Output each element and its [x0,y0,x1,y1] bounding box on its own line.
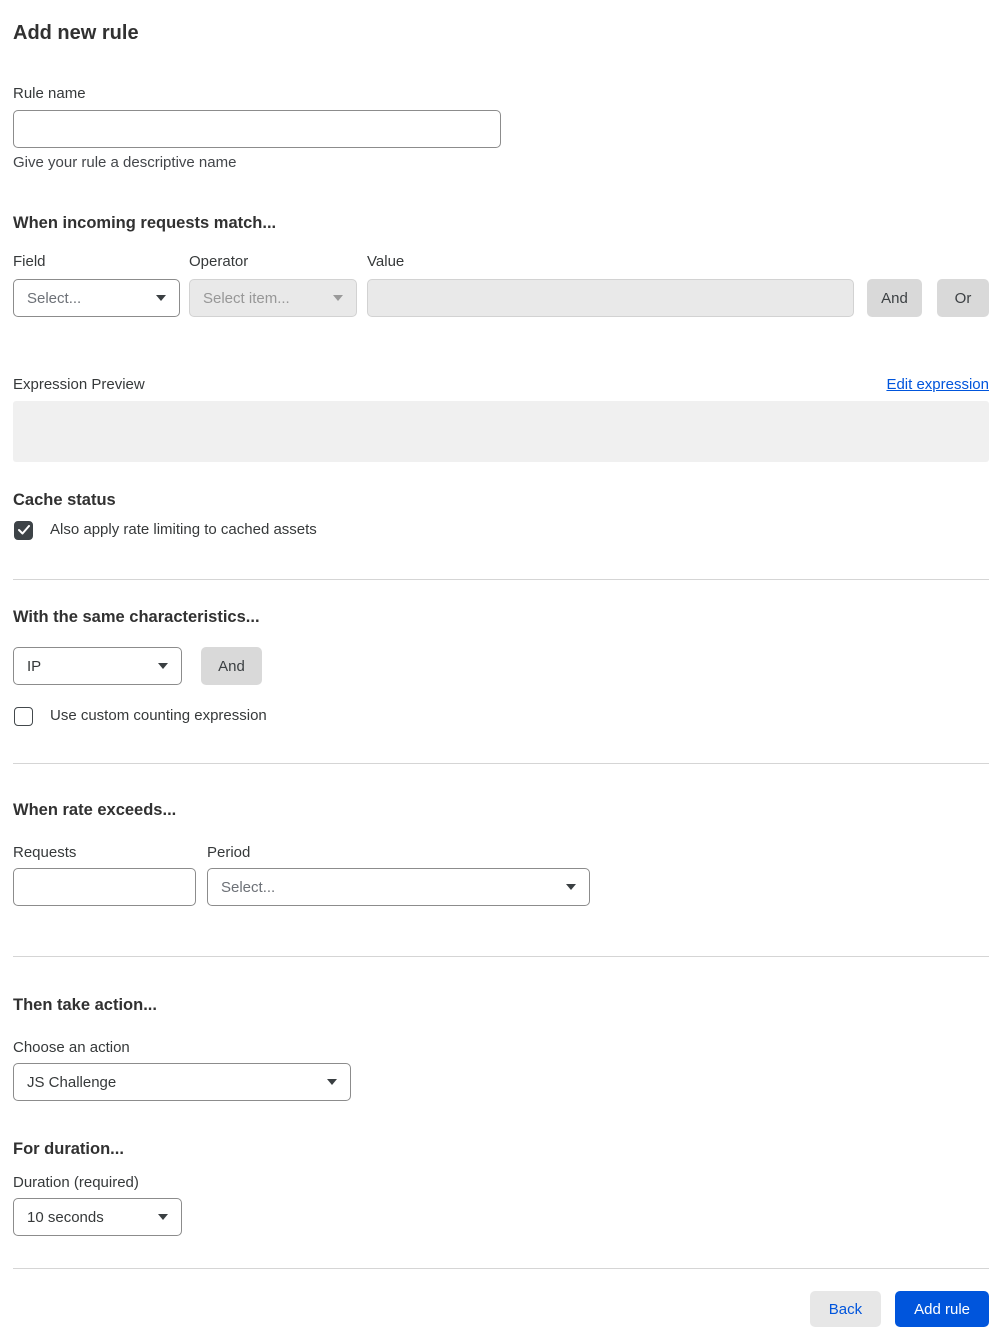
operator-label: Operator [189,253,249,270]
add-rule-button[interactable]: Add rule [895,1291,989,1327]
back-button[interactable]: Back [809,1291,882,1327]
characteristic-select-value: IP [27,657,42,675]
action-select-value: JS Challenge [27,1073,117,1091]
operator-select-value: Select item... [203,289,290,307]
action-label: Choose an action [13,1039,130,1056]
period-select-value: Select... [221,878,276,896]
cached-assets-checkbox-label: Also apply rate limiting to cached asset… [50,521,317,538]
custom-counting-checkbox[interactable] [14,706,33,726]
edit-expression-link[interactable]: Edit expression [886,375,989,395]
rate-heading: When rate exceeds... [13,801,177,819]
action-heading: Then take action... [13,996,157,1014]
value-input [367,279,854,317]
chevron-down-icon [333,295,343,301]
duration-select[interactable]: 10 seconds [13,1198,182,1236]
chevron-down-icon [158,1214,168,1220]
duration-heading: For duration... [13,1140,124,1158]
section-divider [13,763,989,764]
expression-preview-box [13,401,989,462]
rule-name-helper: Give your rule a descriptive name [13,154,237,171]
and-button[interactable]: And [867,279,922,317]
value-label: Value [367,253,405,270]
chevron-down-icon [566,884,576,890]
characteristics-and-button[interactable]: And [201,647,262,685]
field-select[interactable]: Select... [13,279,180,317]
add-rule-form: Add new rule Rule name Give your rule a … [0,0,1002,1339]
chevron-down-icon [327,1079,337,1085]
period-select[interactable]: Select... [207,868,590,906]
field-label: Field [13,253,46,270]
requests-label: Requests [13,844,77,861]
duration-label: Duration (required) [13,1174,139,1191]
or-button[interactable]: Or [937,279,989,317]
operator-select: Select item... [189,279,357,317]
action-select[interactable]: JS Challenge [13,1063,351,1101]
characteristics-heading: With the same characteristics... [13,608,260,626]
duration-select-value: 10 seconds [27,1208,104,1226]
match-section-heading: When incoming requests match... [13,214,277,232]
field-select-value: Select... [27,289,82,307]
chevron-down-icon [158,663,168,669]
chevron-down-icon [156,295,166,301]
rule-name-input[interactable] [13,110,501,148]
requests-input[interactable] [13,868,196,906]
cache-status-heading: Cache status [13,491,116,509]
characteristic-select[interactable]: IP [13,647,182,685]
footer-divider [13,1268,989,1269]
rule-name-label: Rule name [13,85,86,102]
period-label: Period [207,844,251,861]
checkmark-icon [17,525,30,535]
cached-assets-checkbox[interactable] [14,520,33,540]
page-title: Add new rule [13,22,139,44]
expression-preview-label: Expression Preview [13,376,145,393]
custom-counting-checkbox-label: Use custom counting expression [50,707,267,724]
section-divider [13,956,989,957]
section-divider [13,579,989,580]
